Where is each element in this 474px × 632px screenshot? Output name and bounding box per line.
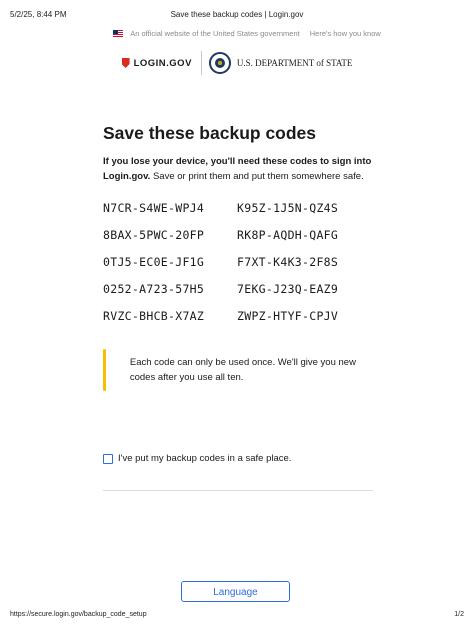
print-header: 5/2/25, 8:44 PM Save these backup codes …: [0, 10, 474, 22]
state-department-wordmark: U.S. DEPARTMENT of STATE: [236, 58, 353, 68]
safe-place-checkbox[interactable]: [103, 453, 113, 464]
language-button[interactable]: Language: [181, 581, 290, 602]
official-website-text: An official website of the United States…: [130, 28, 300, 38]
partner-logos: LOGIN.GOV U.S. DEPARTMENT of STATE: [0, 50, 474, 76]
safe-place-checkbox-row[interactable]: I've put my backup codes in a safe place…: [103, 453, 291, 464]
shield-icon: [121, 58, 130, 68]
alert-accent-bar: [103, 349, 106, 391]
safe-place-checkbox-label[interactable]: I've put my backup codes in a safe place…: [118, 453, 291, 464]
print-url: https://secure.login.gov/backup_code_set…: [10, 611, 147, 618]
info-alert: Each code can only be used once. We'll g…: [103, 349, 375, 391]
backup-code: ZWPZ-HTYF-CPJV: [237, 309, 339, 323]
page-title: Save these backup codes: [103, 123, 317, 143]
backup-code: RVZC-BHCB-X7AZ: [103, 309, 205, 323]
alert-text: Each code can only be used once. We'll g…: [129, 357, 356, 383]
login-gov-wordmark: LOGIN.GOV: [133, 57, 192, 69]
login-gov-logo: LOGIN.GOV: [121, 57, 201, 69]
page: 5/2/25, 8:44 PM Save these backup codes …: [0, 0, 474, 632]
main-content: Save these backup codes If you lose your…: [103, 122, 375, 324]
backup-code: RK8P-AQDH-QAFG: [237, 228, 339, 242]
backup-code: 7EKG-J23Q-EAZ9: [237, 282, 339, 296]
intro-rest-text: Save or print them and put them somewher…: [150, 171, 364, 182]
gov-banner: An official website of the United States…: [0, 27, 474, 39]
backup-code: F7XT-K4K3-2F8S: [237, 255, 339, 269]
state-department-logo: U.S. DEPARTMENT of STATE: [202, 52, 353, 74]
backup-code: K95Z-1J5N-QZ4S: [237, 201, 339, 215]
us-flag-icon: [113, 29, 124, 37]
how-you-know-link[interactable]: Here's how you know: [310, 29, 381, 38]
backup-code: 0252-A723-57H5: [103, 282, 205, 296]
state-seal-icon: [208, 52, 231, 74]
print-document-title: Save these backup codes | Login.gov: [170, 10, 304, 19]
backup-code: 8BAX-5PWC-20FP: [103, 228, 205, 242]
backup-code: 0TJ5-EC0E-JF1G: [103, 255, 205, 269]
section-divider: [103, 490, 373, 491]
backup-code: N7CR-S4WE-WPJ4: [103, 201, 205, 215]
backup-codes-grid: N7CR-S4WE-WPJ4 K95Z-1J5N-QZ4S 8BAX-5PWC-…: [103, 201, 375, 324]
intro-text: If you lose your device, you'll need the…: [103, 154, 375, 184]
print-footer: https://secure.login.gov/backup_code_set…: [0, 611, 474, 623]
print-page-count: 1/2: [454, 611, 464, 618]
